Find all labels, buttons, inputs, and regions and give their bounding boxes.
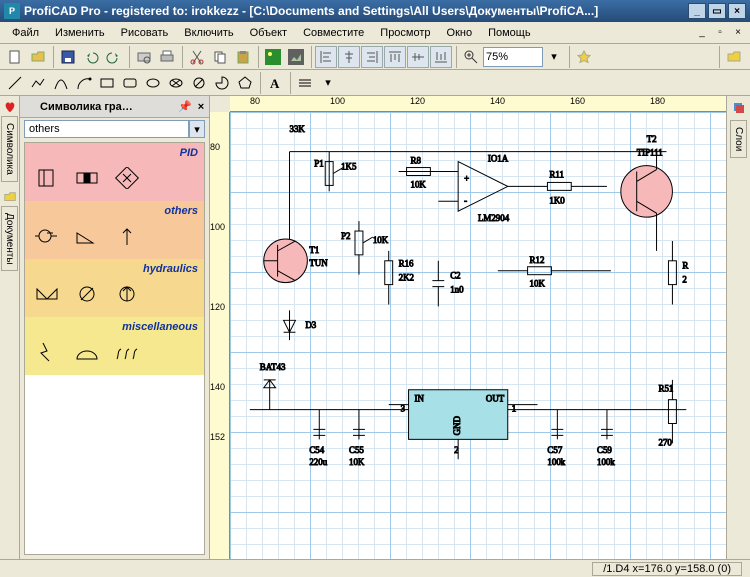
zoom-dropdown-icon[interactable]: ▾	[543, 46, 565, 68]
roundrect-icon[interactable]	[119, 72, 141, 94]
drawing-canvas[interactable]: 33K P11K5 R810K +- IO1ALM2904 R111K0	[230, 112, 726, 559]
group-pid[interactable]: PID	[25, 143, 204, 201]
align-hcenter-icon[interactable]	[338, 46, 360, 68]
minimize-button[interactable]: _	[688, 3, 706, 19]
picture-icon[interactable]	[285, 46, 307, 68]
print-preview-icon[interactable]	[133, 46, 155, 68]
group-hydraulics[interactable]: hydraulics	[25, 259, 204, 317]
zoom-select[interactable]	[483, 47, 543, 67]
titlebar: P ProfiCAD Pro - registered to: irokkezz…	[0, 0, 750, 22]
heart-icon[interactable]	[3, 100, 17, 114]
ruler-vertical: 80 100 120 140 152	[210, 112, 230, 559]
group-others[interactable]: others	[25, 201, 204, 259]
line-style-dropdown[interactable]: ▾	[317, 72, 339, 94]
pie-icon[interactable]	[211, 72, 233, 94]
redo-icon[interactable]	[103, 46, 125, 68]
category-selector: ▾	[20, 118, 209, 140]
maximize-button[interactable]: ▭	[708, 3, 726, 19]
panel-header: Символика гра… 📌 ×	[20, 96, 209, 118]
category-input[interactable]	[24, 120, 189, 138]
panel-close-icon[interactable]: ×	[193, 101, 209, 113]
paste-icon[interactable]	[232, 46, 254, 68]
align-bottom-icon[interactable]	[430, 46, 452, 68]
menu-window[interactable]: Окно	[439, 27, 481, 39]
folder-icon[interactable]	[723, 46, 745, 68]
panel-title: Символика гра…	[40, 101, 177, 113]
print-icon[interactable]	[156, 46, 178, 68]
group-others-label: others	[31, 205, 198, 217]
left-tabs: Символика Документы	[0, 96, 20, 559]
category-list[interactable]: PID others hydraulics	[24, 142, 205, 555]
align-vcenter-icon[interactable]	[407, 46, 429, 68]
menu-align[interactable]: Совместите	[295, 27, 372, 39]
status-coords: /1.D4 x=176.0 y=158.0 (0)	[592, 562, 742, 576]
menubar: Файл Изменить Рисовать Включить Объект С…	[0, 22, 750, 44]
align-top-icon[interactable]	[384, 46, 406, 68]
image-icon[interactable]	[262, 46, 284, 68]
category-dropdown-icon[interactable]: ▾	[189, 120, 205, 138]
undo-icon[interactable]	[80, 46, 102, 68]
open-icon[interactable]	[27, 46, 49, 68]
svg-text:A: A	[270, 76, 280, 91]
menu-edit[interactable]: Изменить	[47, 27, 113, 39]
curve-icon[interactable]	[50, 72, 72, 94]
canvas-area: 80 100 120 140 160 180 80 100 120 140 15…	[210, 96, 726, 559]
rect-icon[interactable]	[96, 72, 118, 94]
toolbar-main: ▾	[0, 44, 750, 70]
tab-symbols[interactable]: Символика	[1, 116, 18, 182]
menu-insert[interactable]: Включить	[176, 27, 241, 39]
favorites-icon[interactable]	[573, 46, 595, 68]
window-title: ProfiCAD Pro - registered to: irokkezz -…	[24, 4, 686, 18]
group-misc-label: miscellaneous	[31, 321, 198, 333]
ellipse-icon[interactable]	[142, 72, 164, 94]
line-icon[interactable]	[4, 72, 26, 94]
zoom-icon[interactable]	[460, 46, 482, 68]
circle-slash-icon[interactable]	[188, 72, 210, 94]
mdi-restore[interactable]: ▫	[712, 26, 728, 40]
copy-icon[interactable]	[209, 46, 231, 68]
menu-object[interactable]: Объект	[242, 27, 295, 39]
new-icon[interactable]	[4, 46, 26, 68]
layers-icon[interactable]	[731, 100, 747, 116]
app-icon: P	[4, 3, 20, 19]
line-style-icon[interactable]	[294, 72, 316, 94]
group-pid-label: PID	[31, 147, 198, 159]
right-tabs: Слои	[726, 96, 750, 559]
polygon-icon[interactable]	[234, 72, 256, 94]
menu-view[interactable]: Просмотр	[372, 27, 438, 39]
menu-draw[interactable]: Рисовать	[113, 27, 177, 39]
align-left-icon[interactable]	[315, 46, 337, 68]
tab-layers[interactable]: Слои	[730, 120, 747, 158]
text-icon[interactable]: A	[264, 72, 286, 94]
close-button[interactable]: ×	[728, 3, 746, 19]
cut-icon[interactable]	[186, 46, 208, 68]
ellipse-cross-icon[interactable]	[165, 72, 187, 94]
group-hydraulics-label: hydraulics	[31, 263, 198, 275]
mdi-minimize[interactable]: _	[694, 26, 710, 40]
arc-icon[interactable]	[73, 72, 95, 94]
group-misc[interactable]: miscellaneous	[25, 317, 204, 375]
tab-documents[interactable]: Документы	[1, 206, 18, 272]
pin-icon[interactable]: 📌	[177, 100, 193, 113]
save-icon[interactable]	[57, 46, 79, 68]
toolbar-draw: A ▾	[0, 70, 750, 96]
menu-file[interactable]: Файл	[4, 27, 47, 39]
statusbar: /1.D4 x=176.0 y=158.0 (0)	[0, 559, 750, 577]
polyline-icon[interactable]	[27, 72, 49, 94]
mdi-close[interactable]: ×	[730, 26, 746, 40]
menu-help[interactable]: Помощь	[480, 27, 539, 39]
folder-tab-icon[interactable]	[3, 190, 17, 204]
align-right-icon[interactable]	[361, 46, 383, 68]
side-panel: Символика гра… 📌 × ▾ PID others	[20, 96, 210, 559]
ruler-horizontal: 80 100 120 140 160 180	[230, 96, 726, 112]
